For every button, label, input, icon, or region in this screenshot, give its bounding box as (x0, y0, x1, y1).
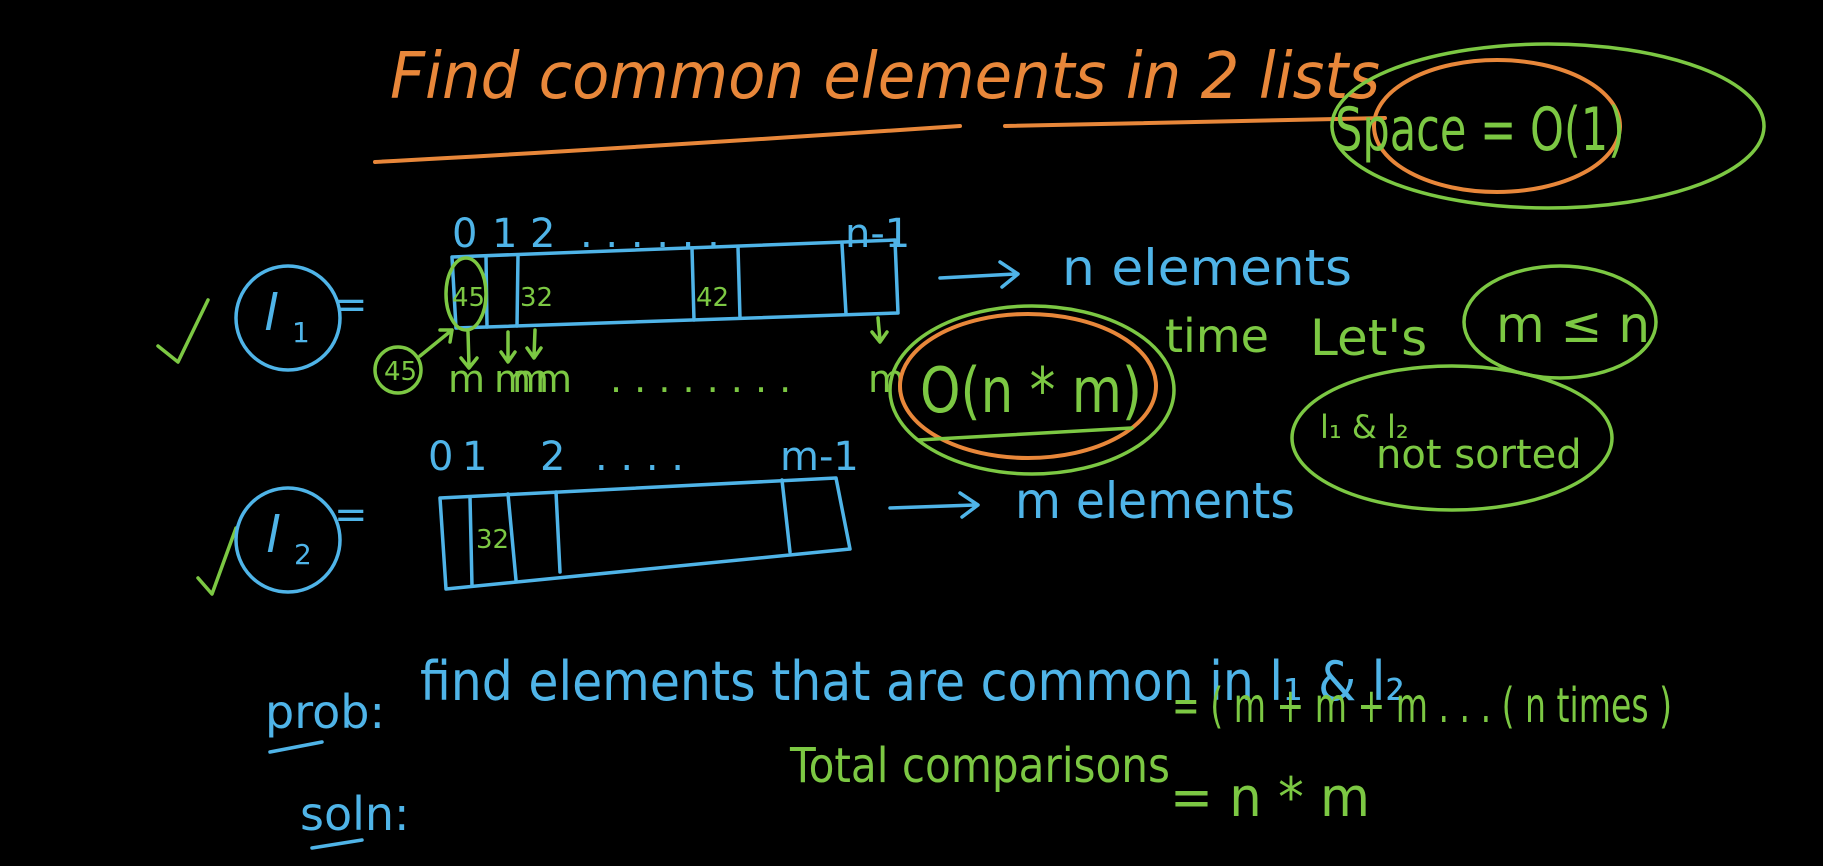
list2-divider-3 (780, 478, 792, 554)
list2-index-row: 01 2 . . . . m-1 (428, 434, 859, 480)
list1-equals: = (334, 282, 368, 328)
time-complexity-label: time (1165, 309, 1269, 363)
list1-arrow (938, 260, 1020, 289)
time-complexity-big-o: O(n * m) (920, 354, 1142, 427)
list1-pointer-arrow (418, 328, 454, 358)
problem-label: prob: (265, 685, 385, 739)
comparisons-label: Total comparisons (789, 738, 1170, 794)
list2-arrow (888, 491, 980, 519)
list2-label-circle (234, 486, 342, 594)
list2-index-2: 2 (540, 434, 565, 480)
list1-index-0: 0 (452, 211, 477, 257)
list1-compare-mark-3: m (535, 357, 572, 401)
list1-compare-mark-0: m (448, 357, 485, 401)
assumption-relation: m ≤ n (1496, 296, 1650, 354)
assumption-lets: Let's (1310, 309, 1427, 367)
problem-label-underline (268, 740, 324, 754)
time-complexity-underline (916, 426, 1134, 442)
list1-cell-0: 45 (452, 283, 485, 313)
list2-index-4: m-1 (780, 434, 859, 480)
list1-divider-2 (690, 246, 696, 322)
list1-name-subscript: 1 (292, 316, 310, 349)
comparisons-sum: = ( m + m + m . . . ( n times ) (1172, 678, 1672, 734)
list1-index-2: 2 (530, 211, 555, 257)
list2-check-icon (196, 526, 238, 596)
list2-length-note: m elements (1015, 472, 1295, 530)
list2-cells: 32 (476, 525, 509, 555)
list1-pointer-value: 45 (384, 357, 417, 387)
list1-length-note: n elements (1062, 239, 1352, 297)
comparisons-result: = n * m (1170, 766, 1370, 829)
solution-label-underline (310, 838, 364, 850)
solution-label: soln: (300, 787, 410, 841)
list2-name-subscript: 2 (294, 538, 312, 571)
list1-cell-2: 42 (696, 283, 729, 313)
list2-index-0: 0 (428, 434, 453, 480)
list2-divider-1 (506, 492, 518, 582)
title-underline-right (1003, 116, 1387, 128)
space-complexity-note: Space = O(1) (1335, 95, 1625, 165)
list1-divider-3 (736, 245, 742, 320)
list1-cell-1: 32 (520, 283, 553, 313)
list2-index-3: . . . . (595, 434, 684, 480)
title-underline-left (373, 124, 962, 164)
whiteboard: Find common elements in 2 lists Space = … (156, 40, 1766, 850)
list2-index-1: 1 (462, 434, 487, 480)
list1-check-icon (156, 298, 210, 364)
list1-compare-marks: m mmm. . . . . . . .m (448, 357, 905, 401)
list1-cells: 45 32 42 (452, 283, 729, 313)
title: Find common elements in 2 lists (390, 40, 1380, 114)
sorted-note-status: not sorted (1376, 432, 1582, 478)
list1-compare-arrow-2 (525, 328, 543, 360)
list1-index-1: 1 (492, 211, 517, 257)
list1-divider-1 (515, 253, 520, 328)
list1-label-circle (234, 264, 342, 372)
list1-compare-mark-4: . . . . . . . . (610, 357, 791, 401)
list1-index-4: n-1 (845, 211, 910, 257)
list2-name: l (266, 506, 280, 564)
list2-divider-2 (554, 490, 562, 574)
list1-name: l (264, 284, 278, 342)
list2-equals: = (334, 492, 368, 538)
list2-cell-0: 32 (476, 525, 509, 555)
list1-compare-arrow-3 (870, 316, 889, 344)
list2-divider-0 (468, 495, 474, 588)
